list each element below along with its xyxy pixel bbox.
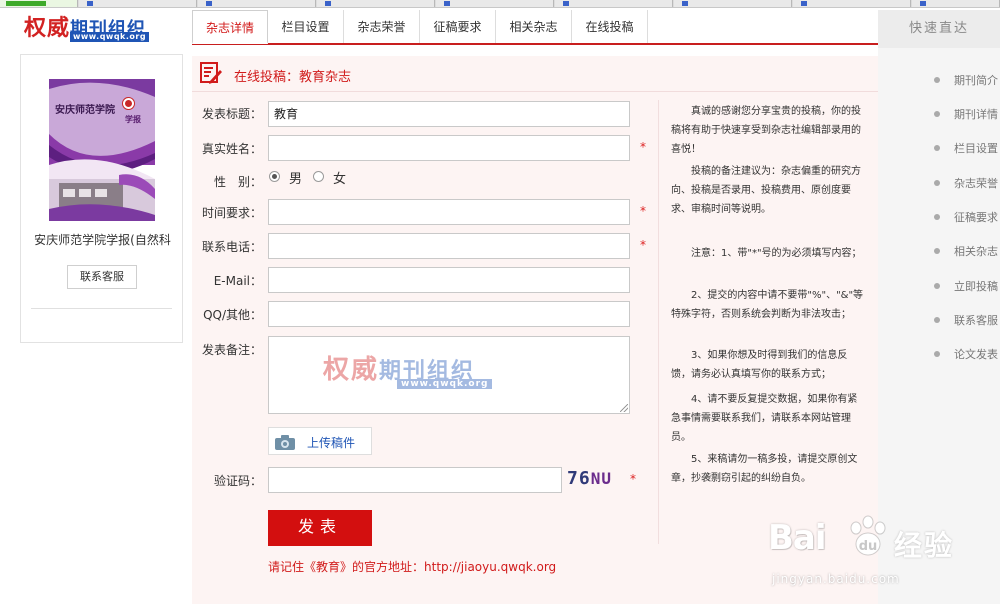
phone-input[interactable] bbox=[268, 233, 630, 259]
cover-title: 安庆师范学院 bbox=[55, 105, 115, 116]
quick-nav-item[interactable]: 联系客服 bbox=[954, 312, 998, 328]
tab-journal-details[interactable]: 杂志详情 bbox=[192, 10, 268, 44]
quick-nav-item[interactable]: 期刊简介 bbox=[954, 72, 998, 88]
guideline-rule: 3、如果你想及时得到我们的信息反馈，请务必认真填写你的联系方式； bbox=[671, 350, 848, 380]
tab-columns[interactable]: 栏目设置 bbox=[268, 10, 344, 44]
browser-tab[interactable] bbox=[198, 0, 316, 7]
quick-nav-item[interactable]: 立即投稿 bbox=[954, 278, 998, 294]
quick-nav-item[interactable]: 期刊详情 bbox=[954, 106, 998, 122]
guideline-rule: 5、来稿请勿一稿多投，请提交原创文章，抄袭剽窃引起的纠纷自负。 bbox=[671, 454, 858, 484]
name-input[interactable] bbox=[268, 135, 630, 161]
email-label: E-Mail： bbox=[213, 274, 262, 288]
logo-url: www.qwqk.org bbox=[70, 32, 150, 42]
quick-nav-item[interactable]: 栏目设置 bbox=[954, 140, 998, 156]
upload-label: 上传稿件 bbox=[307, 436, 356, 450]
nav-dot-icon bbox=[934, 248, 940, 254]
guideline-intro: 真诚的感谢您分享宝贵的投稿，你的投稿将有助于快速享受到杂志社编辑部录用的喜悦！ bbox=[671, 106, 861, 155]
browser-tab[interactable] bbox=[555, 0, 673, 7]
title-label: 发表标题： bbox=[201, 107, 262, 121]
journal-card: 安庆师范学院 学报 安庆师范学院学报(自然科 联系客服 bbox=[20, 54, 183, 343]
nav-dot-icon bbox=[934, 145, 940, 151]
nav-dot-icon bbox=[934, 351, 940, 357]
nav-dot-icon bbox=[934, 283, 940, 289]
top-nav: 杂志详情 栏目设置 杂志荣誉 征稿要求 相关杂志 在线投稿 bbox=[192, 10, 878, 44]
gender-male-radio[interactable] bbox=[269, 171, 280, 182]
nav-dot-icon bbox=[934, 77, 940, 83]
tab-related[interactable]: 相关杂志 bbox=[496, 10, 572, 44]
logo-watermark: 权威期刊组织 www.qwqk.org bbox=[323, 349, 553, 397]
browser-tab[interactable] bbox=[79, 0, 197, 7]
submit-button[interactable]: 发表 bbox=[268, 510, 372, 546]
page: 权威期刊组织 www.qwqk.org 杂志详情 栏目设置 杂志荣誉 征稿要求 … bbox=[0, 0, 1000, 604]
official-url-link[interactable]: http://jiaoyu.qwqk.org bbox=[424, 560, 556, 574]
required-mark: * bbox=[630, 472, 636, 486]
name-label: 真实姓名： bbox=[201, 142, 262, 156]
quick-nav-item[interactable]: 论文发表 bbox=[954, 346, 998, 362]
guideline-rule: 注意：1、带"*"号的为必须填写内容； bbox=[671, 248, 862, 259]
cover-subtitle: 学报 bbox=[125, 115, 141, 124]
nav-dot-icon bbox=[934, 180, 940, 186]
nav-dot-icon bbox=[934, 111, 940, 117]
nav-underline bbox=[192, 43, 878, 45]
quick-nav-title: 快速直达 bbox=[878, 10, 1000, 48]
captcha-image[interactable]: 76NU bbox=[567, 468, 623, 492]
card-divider bbox=[31, 308, 172, 309]
tab-submit-online[interactable]: 在线投稿 bbox=[572, 10, 648, 44]
time-label: 时间要求： bbox=[201, 206, 262, 220]
time-input[interactable] bbox=[268, 199, 630, 225]
submission-panel: 在线投稿：教育杂志 发表标题： 教育 真实姓名： * 性 别： 男 女 时间要求… bbox=[192, 56, 878, 604]
browser-tab-strip bbox=[0, 0, 1000, 8]
gender-female-label[interactable]: 女 bbox=[333, 168, 346, 187]
quick-nav-item[interactable]: 杂志荣誉 bbox=[954, 175, 998, 191]
upload-manuscript-button[interactable]: 上传稿件 bbox=[268, 427, 372, 455]
browser-tab[interactable] bbox=[0, 0, 78, 7]
site-logo[interactable]: 权威期刊组织 www.qwqk.org bbox=[24, 12, 164, 42]
tab-requirements[interactable]: 征稿要求 bbox=[420, 10, 496, 44]
contact-support-button[interactable]: 联系客服 bbox=[67, 265, 137, 289]
phone-label: 联系电话： bbox=[201, 240, 262, 254]
qq-input[interactable] bbox=[268, 301, 630, 327]
submission-guidelines: 真诚的感谢您分享宝贵的投稿，你的投稿将有助于快速享受到杂志社编辑部录用的喜悦！ … bbox=[658, 100, 874, 544]
required-mark: * bbox=[640, 140, 646, 154]
notes-label: 发表备注： bbox=[201, 343, 262, 357]
nav-dot-icon bbox=[934, 317, 940, 323]
browser-tab[interactable] bbox=[912, 0, 1000, 7]
guideline-rule: 2、提交的内容中请不要带"%"、"&"等特殊字符，否则系统会判断为非法攻击； bbox=[671, 290, 864, 320]
browser-tab[interactable] bbox=[793, 0, 911, 7]
quick-nav: 快速直达 期刊简介 期刊详情 栏目设置 杂志荣誉 征稿要求 相关杂志 立即投稿 … bbox=[878, 10, 1000, 604]
browser-tab[interactable] bbox=[674, 0, 792, 7]
gender-female-radio[interactable] bbox=[313, 171, 324, 182]
browser-tab[interactable] bbox=[317, 0, 435, 7]
official-address-notice: 请记住《教育》的官方地址：http://jiaoyu.qwqk.org bbox=[268, 560, 557, 574]
notes-textarea[interactable]: 权威期刊组织 www.qwqk.org bbox=[268, 336, 630, 414]
tab-honors[interactable]: 杂志荣誉 bbox=[344, 10, 420, 44]
cover-emblem-icon bbox=[123, 98, 134, 109]
email-input[interactable] bbox=[268, 267, 630, 293]
title-input[interactable]: 教育 bbox=[268, 101, 630, 127]
nav-dot-icon bbox=[934, 214, 940, 220]
camera-icon bbox=[275, 435, 295, 450]
captcha-input[interactable] bbox=[268, 467, 562, 493]
guideline-rule: 4、请不要反复提交数据，如果你有紧急事情需要联系我们，请联系本网站管理员。 bbox=[671, 394, 858, 443]
required-mark: * bbox=[640, 204, 646, 218]
panel-title: 在线投稿：教育杂志 bbox=[234, 70, 352, 85]
required-mark: * bbox=[640, 238, 646, 252]
quick-nav-item[interactable]: 征稿要求 bbox=[954, 209, 998, 225]
qq-label: QQ/其他： bbox=[203, 308, 262, 322]
quick-nav-item[interactable]: 相关杂志 bbox=[954, 243, 998, 259]
panel-header: 在线投稿：教育杂志 bbox=[192, 56, 878, 92]
edit-form-icon bbox=[200, 62, 222, 84]
gender-male-label[interactable]: 男 bbox=[289, 168, 302, 187]
guideline-notes: 投稿的备注建议为：杂志偏重的研究方向、投稿是否录用、投稿费用、原创度要求、审稿时… bbox=[671, 166, 861, 215]
gender-label: 性 别： bbox=[213, 175, 262, 189]
captcha-label: 验证码： bbox=[213, 474, 262, 488]
browser-tab[interactable] bbox=[436, 0, 554, 7]
resize-handle[interactable] bbox=[620, 404, 628, 412]
journal-cover-image[interactable]: 安庆师范学院 学报 bbox=[49, 79, 155, 221]
journal-name[interactable]: 安庆师范学院学报(自然科 bbox=[21, 231, 184, 248]
